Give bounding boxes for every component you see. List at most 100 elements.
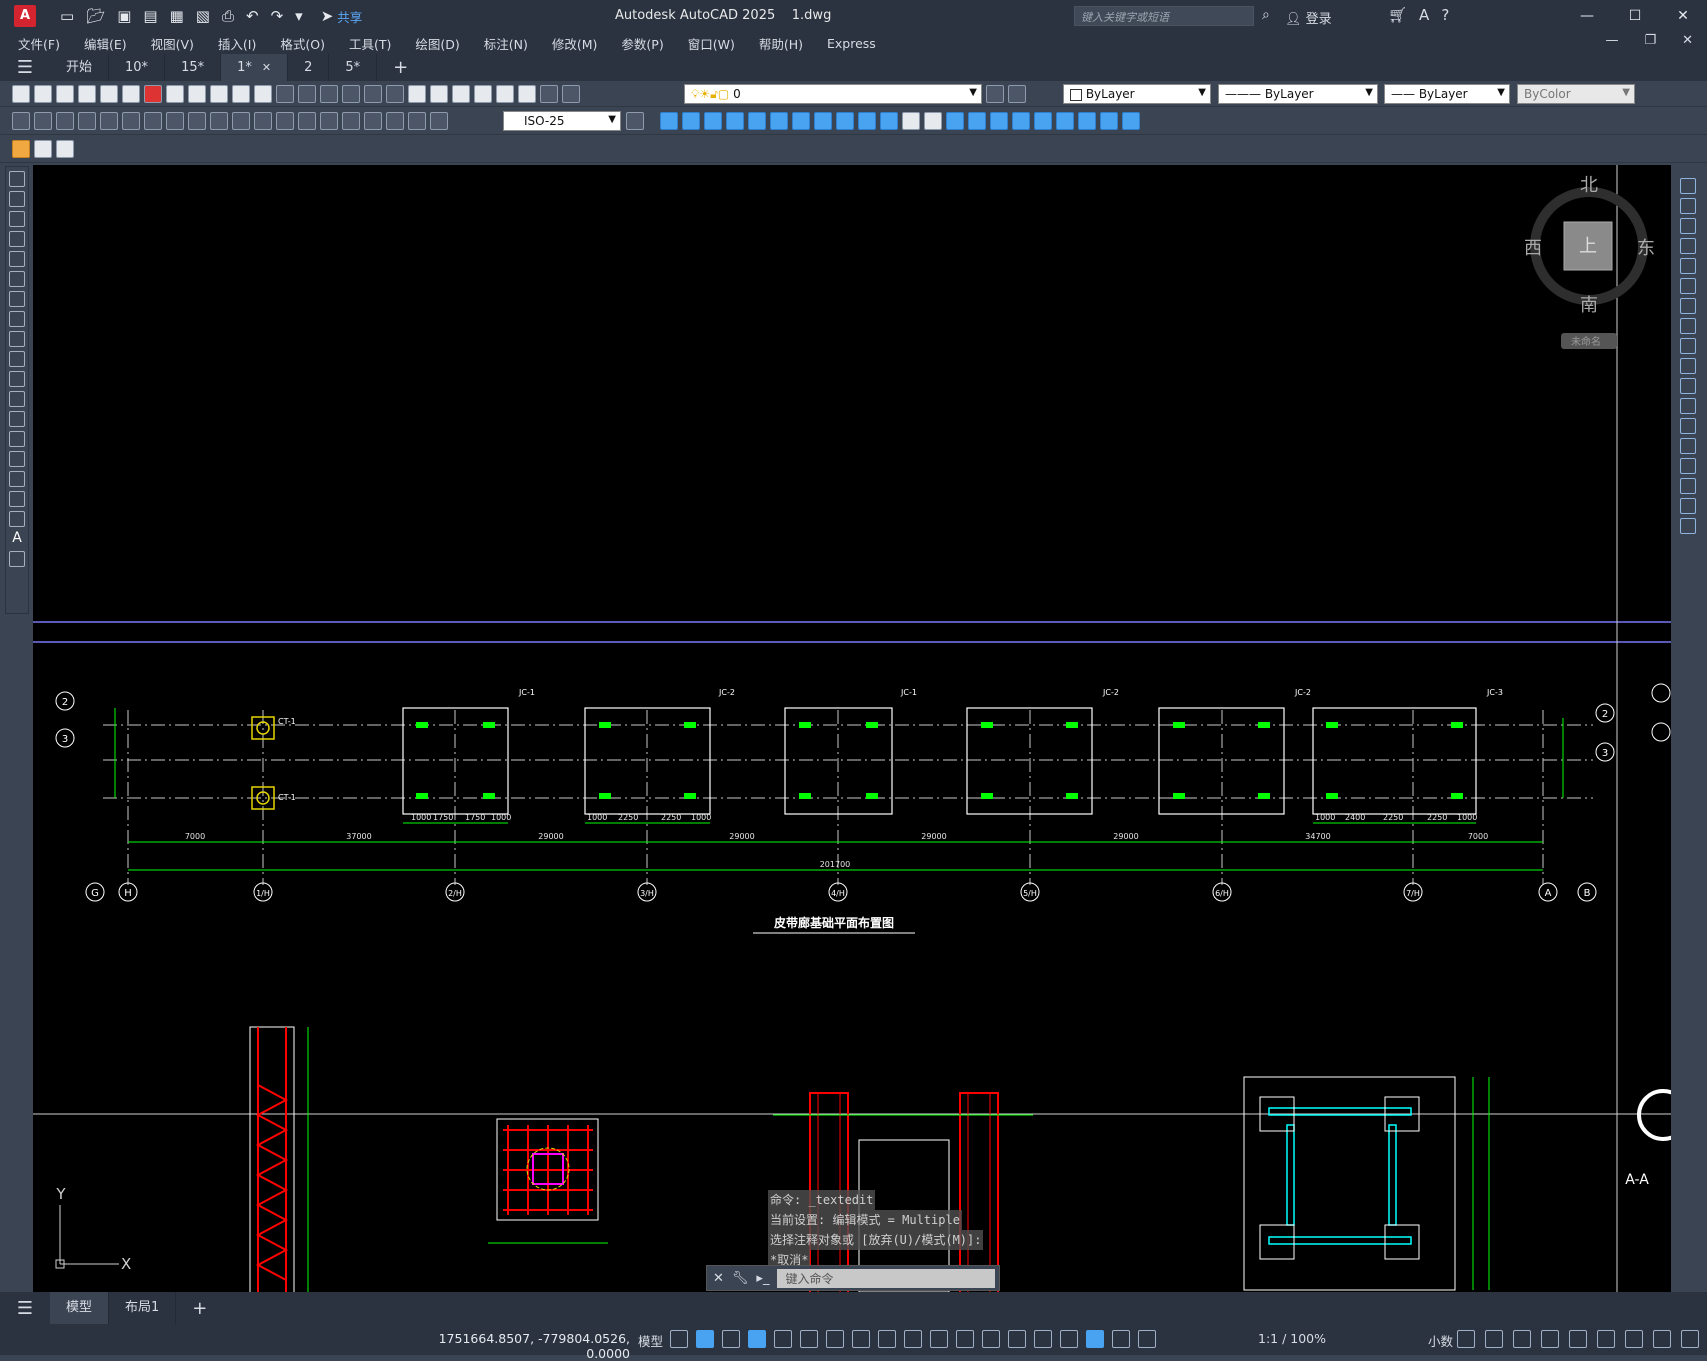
match-properties-icon[interactable] [232, 84, 250, 103]
tool-palettes-icon[interactable] [452, 84, 470, 103]
dim-edit-icon[interactable] [386, 111, 404, 130]
cut-icon[interactable] [166, 84, 184, 103]
move-icon[interactable] [1680, 278, 1696, 294]
revision-cloud-icon[interactable] [9, 311, 25, 327]
taper-faces-icon[interactable] [836, 111, 854, 130]
imprint-icon[interactable] [946, 111, 964, 130]
copy-edges-icon[interactable] [902, 111, 920, 130]
ordinate-dim-icon[interactable] [78, 111, 96, 130]
block-authoring-icon[interactable] [12, 139, 30, 158]
preview-icon[interactable] [100, 84, 118, 103]
polygon-icon[interactable] [9, 231, 25, 247]
region-icon[interactable] [9, 491, 25, 507]
quick-properties-icon[interactable] [1541, 1330, 1559, 1348]
web-save-icon[interactable]: ▧ [196, 7, 210, 25]
ortho-icon[interactable] [774, 1330, 792, 1348]
doc-restore-button[interactable]: ❐ [1644, 33, 1656, 48]
chamfer-icon[interactable] [1680, 458, 1696, 474]
array-icon[interactable] [1680, 258, 1696, 274]
zoom-window-icon[interactable] [364, 84, 382, 103]
annotation-monitor-icon[interactable] [1485, 1330, 1503, 1348]
customize-qat-icon[interactable]: ▾ [295, 7, 303, 25]
dimension-style-icon[interactable] [626, 111, 644, 130]
arc-icon[interactable] [9, 271, 25, 287]
snap-icon[interactable] [696, 1330, 714, 1348]
customization-icon[interactable] [1681, 1330, 1699, 1348]
copy-icon[interactable] [188, 84, 206, 103]
diameter-dim-icon[interactable] [144, 111, 162, 130]
plotstyle-dropdown[interactable]: ByColor ▼ [1517, 84, 1635, 104]
delete-faces-icon[interactable] [792, 111, 810, 130]
autodesk-app-icon[interactable]: A [1419, 6, 1429, 24]
customize-wrench-icon[interactable]: 🔧︎ [732, 1271, 749, 1286]
hamburger-menu-icon[interactable]: ☰ [0, 57, 50, 78]
stretch-icon[interactable] [1680, 338, 1696, 354]
construction-line-icon[interactable] [9, 191, 25, 207]
gizmo-icon[interactable] [1060, 1330, 1078, 1348]
undo-icon[interactable]: ↶ [246, 7, 259, 25]
markup-icon[interactable] [496, 84, 514, 103]
search-icon[interactable]: ⌕ [1262, 7, 1270, 23]
menu-insert[interactable]: 插入(I) [218, 34, 256, 53]
color-faces-icon[interactable] [880, 111, 898, 130]
dim-text-edit-icon[interactable] [408, 111, 426, 130]
object-snap-tracking-icon[interactable] [852, 1330, 870, 1348]
share-icon[interactable]: ➤ [321, 7, 334, 25]
block-editor-icon[interactable] [254, 84, 272, 103]
extend-icon[interactable] [1680, 378, 1696, 394]
dynamic-ucs-icon[interactable] [1008, 1330, 1026, 1348]
pan-icon[interactable] [320, 84, 338, 103]
table-icon[interactable] [9, 511, 25, 527]
menu-window[interactable]: 窗口(W) [688, 34, 735, 53]
solid-intersect-icon[interactable] [704, 111, 722, 130]
design-center-icon[interactable] [430, 84, 448, 103]
lock-ui-icon[interactable] [1569, 1330, 1587, 1348]
layout-tab-layout1[interactable]: 布局1 [109, 1292, 177, 1324]
menu-view[interactable]: 视图(V) [151, 34, 194, 53]
cart-icon[interactable]: 🛒︎ [1388, 6, 1407, 24]
selection-cycling-icon[interactable] [956, 1330, 974, 1348]
web-open-icon[interactable]: ▦ [170, 7, 184, 25]
attribute-icon[interactable] [34, 139, 52, 158]
check-icon[interactable] [1034, 111, 1052, 130]
erase-icon[interactable] [1680, 178, 1696, 194]
hatch-icon[interactable] [9, 451, 25, 467]
help-icon[interactable]: ? [1441, 6, 1449, 24]
make-current-layer-icon[interactable] [986, 84, 1004, 103]
help-icon[interactable] [540, 84, 558, 103]
solid-subtract-icon[interactable] [682, 111, 700, 130]
break-at-point-icon[interactable] [1680, 398, 1696, 414]
offset-icon[interactable] [1680, 238, 1696, 254]
redo-icon[interactable]: ↷ [271, 7, 284, 25]
save-icon[interactable]: ▣ [117, 7, 131, 25]
dim-break-icon[interactable] [276, 111, 294, 130]
drawing-canvas[interactable]: 上 北 南 东 西 未命名 7000 37000 29000 29000 290… [33, 165, 1671, 1292]
insert-block-icon[interactable] [9, 391, 25, 407]
add-selected-icon[interactable] [9, 551, 25, 567]
minimize-button[interactable]: — [1563, 0, 1611, 32]
rotate-faces-icon[interactable] [814, 111, 832, 130]
annotation-scale-icon[interactable] [1138, 1330, 1156, 1348]
menu-express[interactable]: Express [827, 36, 876, 51]
file-tab[interactable]: 10* [109, 54, 166, 81]
command-prompt-icon[interactable]: ▸_ [756, 1271, 769, 1286]
annotation-visibility-icon[interactable] [1086, 1330, 1104, 1348]
jogged-dim-icon[interactable] [122, 111, 140, 130]
isolate-objects-icon[interactable] [1597, 1330, 1615, 1348]
calculator-icon[interactable] [518, 84, 536, 103]
color-dropdown[interactable]: ByLayer ▼ [1063, 84, 1211, 104]
copy-faces-icon[interactable] [858, 111, 876, 130]
file-tab[interactable]: 2 [288, 54, 330, 81]
rectangle-icon[interactable] [9, 251, 25, 267]
menu-modify[interactable]: 修改(M) [552, 34, 598, 53]
layout-tab-model[interactable]: 模型 [50, 1292, 110, 1324]
center-mark-icon[interactable] [320, 111, 338, 130]
properties-icon[interactable] [408, 84, 426, 103]
zoom-previous-icon[interactable] [386, 84, 404, 103]
menu-parametric[interactable]: 参数(P) [621, 34, 663, 53]
doc-minimize-button[interactable]: — [1605, 33, 1618, 48]
workspace-gear-icon[interactable] [1457, 1330, 1475, 1348]
isodraft-icon[interactable] [826, 1330, 844, 1348]
units-dropdown[interactable]: 小数 [1428, 1331, 1453, 1350]
maximize-button[interactable]: ☐ [1611, 0, 1659, 32]
